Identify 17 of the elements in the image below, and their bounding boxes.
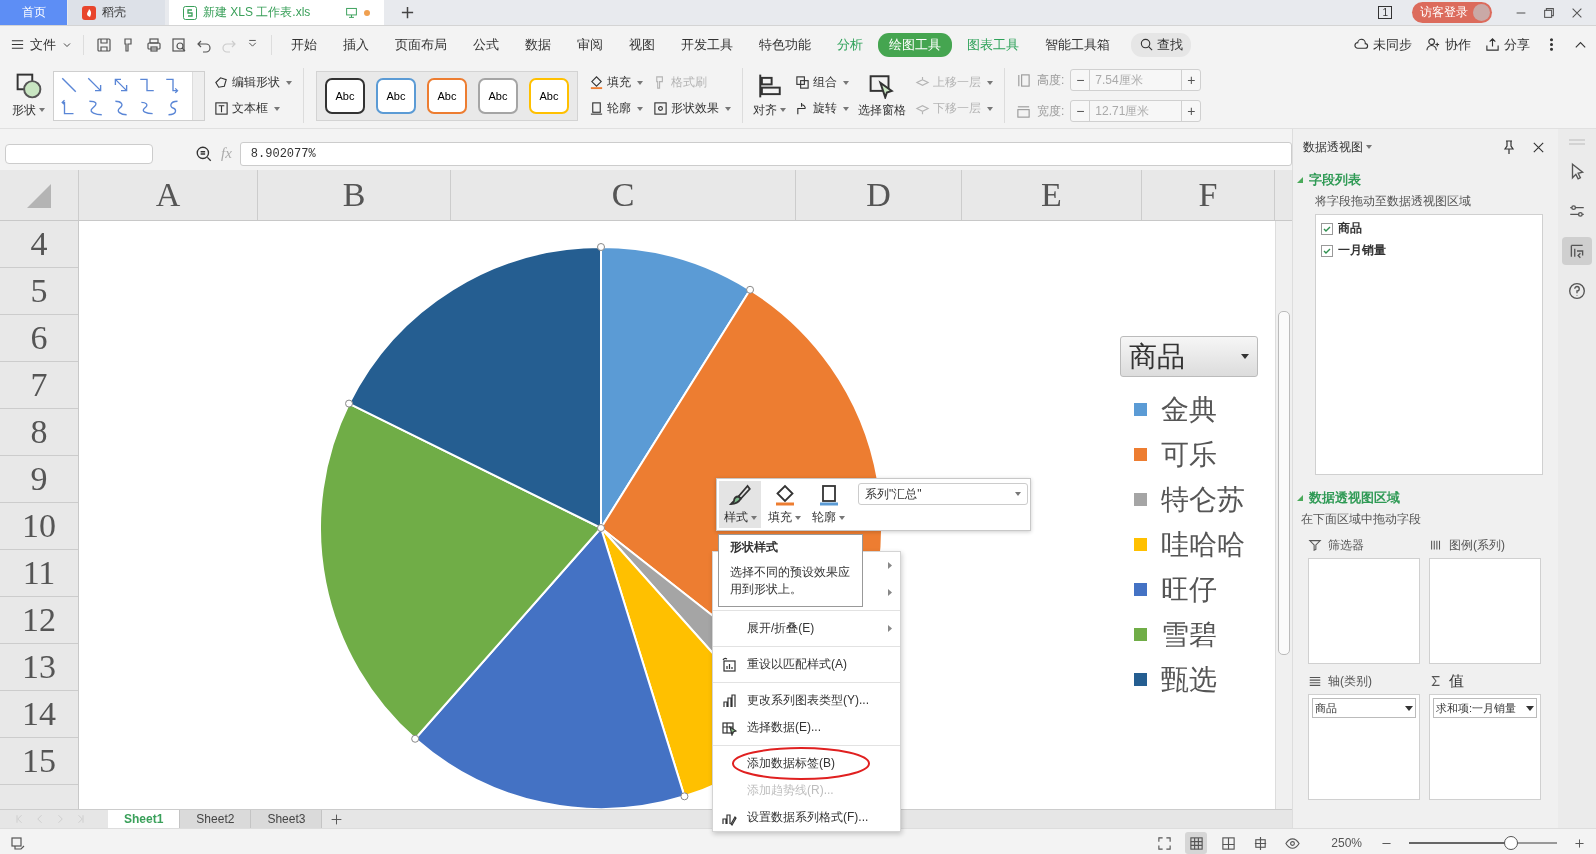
legend-label: 雪碧 bbox=[1161, 617, 1217, 652]
area-label: 图例(系列) bbox=[1449, 536, 1505, 554]
area-label: 值 bbox=[1449, 671, 1464, 691]
legend-label: 特仑苏 bbox=[1161, 482, 1245, 517]
field-label: 宽度: bbox=[1037, 102, 1065, 120]
area-label: 轴(类别) bbox=[1328, 672, 1372, 690]
tooltip-text: 选择不同的预设效果应用到形状上。 bbox=[730, 564, 851, 598]
legend-label: 可乐 bbox=[1161, 437, 1217, 472]
hint-text: 在下面区域中拖动字段 bbox=[1301, 511, 1422, 528]
legend-label: 旺仔 bbox=[1161, 572, 1217, 607]
legend-label: 甄选 bbox=[1161, 662, 1217, 697]
hint-text: 将字段拖动至数据透视图区域 bbox=[1315, 193, 1472, 210]
legend-label: 哇哈哈 bbox=[1161, 527, 1245, 562]
area-label: 筛选器 bbox=[1328, 536, 1364, 554]
legend-label: 金典 bbox=[1161, 392, 1217, 427]
field-label: 高度: bbox=[1037, 71, 1065, 89]
tooltip-title: 形状样式 bbox=[730, 539, 779, 556]
